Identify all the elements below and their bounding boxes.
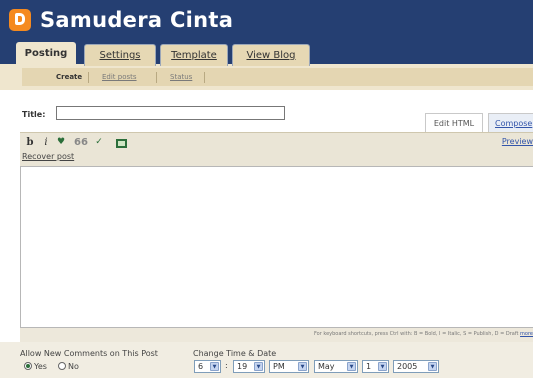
tab-view-blog-label: View Blog — [246, 50, 296, 61]
shortcut-more-link[interactable]: more — [520, 331, 533, 337]
quote-icon[interactable]: 66 — [74, 137, 88, 149]
month-value: May — [318, 362, 335, 371]
hour-value: 6 — [198, 362, 204, 371]
post-options-bar: Allow New Comments on This Post Yes No C… — [0, 342, 533, 378]
subnav-bar: Create Edit posts Status — [0, 64, 533, 90]
comments-label: Allow New Comments on This Post — [20, 349, 158, 358]
comments-no-radio[interactable] — [58, 362, 66, 370]
dropdown-arrow-icon: ▼ — [378, 362, 387, 371]
italic-button[interactable]: i — [41, 137, 51, 149]
preview-link[interactable]: Preview — [502, 137, 533, 146]
tab-compose[interactable]: Compose — [488, 113, 533, 133]
day-value: 1 — [366, 362, 372, 371]
shortcut-hint-text: For keyboard shortcuts, press Ctrl with:… — [313, 331, 519, 337]
subnav-strip: Create Edit posts Status — [22, 68, 533, 86]
hour-select[interactable]: 6 ▼ — [194, 360, 221, 373]
tab-template[interactable]: Template — [160, 44, 228, 66]
year-select[interactable]: 2005 ▼ — [393, 360, 439, 373]
spellcheck-icon[interactable]: ✓ — [92, 137, 106, 149]
image-icon[interactable] — [116, 139, 127, 148]
comments-no-label[interactable]: No — [68, 362, 79, 371]
bold-button[interactable]: b — [25, 137, 35, 149]
tab-template-label: Template — [171, 50, 217, 61]
time-separator: : — [225, 361, 228, 370]
recover-post-link[interactable]: Recover post — [22, 152, 74, 161]
editor-toolbar: b i ♥ 66 ✓ Recover post Preview — [20, 132, 533, 166]
month-select[interactable]: May ▼ — [314, 360, 358, 373]
subnav-divider — [88, 72, 89, 83]
title-input[interactable] — [56, 106, 285, 120]
subnav-divider — [204, 72, 205, 83]
link-icon[interactable]: ♥ — [55, 137, 67, 149]
tab-settings[interactable]: Settings — [84, 44, 156, 66]
blog-title: Samudera Cinta — [40, 8, 234, 32]
year-value: 2005 — [397, 362, 418, 371]
dropdown-arrow-icon: ▼ — [428, 362, 437, 371]
dropdown-arrow-icon: ▼ — [210, 362, 219, 371]
day-select[interactable]: 1 ▼ — [362, 360, 389, 373]
minute-value: 19 — [237, 362, 248, 371]
tab-view-blog[interactable]: View Blog — [232, 44, 310, 66]
logo-icon — [9, 9, 31, 31]
tab-edit-html[interactable]: Edit HTML — [425, 113, 483, 133]
ampm-select[interactable]: PM ▼ — [269, 360, 309, 373]
dropdown-arrow-icon: ▼ — [298, 362, 307, 371]
minute-select[interactable]: 19 ▼ — [233, 360, 265, 373]
ampm-value: PM — [273, 362, 285, 371]
title-label: Title: — [22, 110, 46, 119]
tab-posting-label: Posting — [24, 48, 68, 59]
dropdown-arrow-icon: ▼ — [347, 362, 356, 371]
tab-settings-label: Settings — [99, 50, 141, 61]
tab-posting[interactable]: Posting — [16, 42, 76, 68]
shortcut-hint-bar: For keyboard shortcuts, press Ctrl with:… — [20, 328, 533, 342]
subnav-divider — [156, 72, 157, 83]
comments-yes-radio[interactable] — [24, 362, 32, 370]
subnav-create[interactable]: Create — [56, 73, 82, 81]
subnav-status[interactable]: Status — [170, 73, 192, 81]
post-body-textarea[interactable] — [20, 166, 533, 328]
shortcut-hint: For keyboard shortcuts, press Ctrl with:… — [314, 331, 533, 337]
dropdown-arrow-icon: ▼ — [254, 362, 263, 371]
comments-yes-label[interactable]: Yes — [34, 362, 47, 371]
subnav-edit-posts[interactable]: Edit posts — [102, 73, 137, 81]
change-time-label: Change Time & Date — [193, 349, 277, 358]
